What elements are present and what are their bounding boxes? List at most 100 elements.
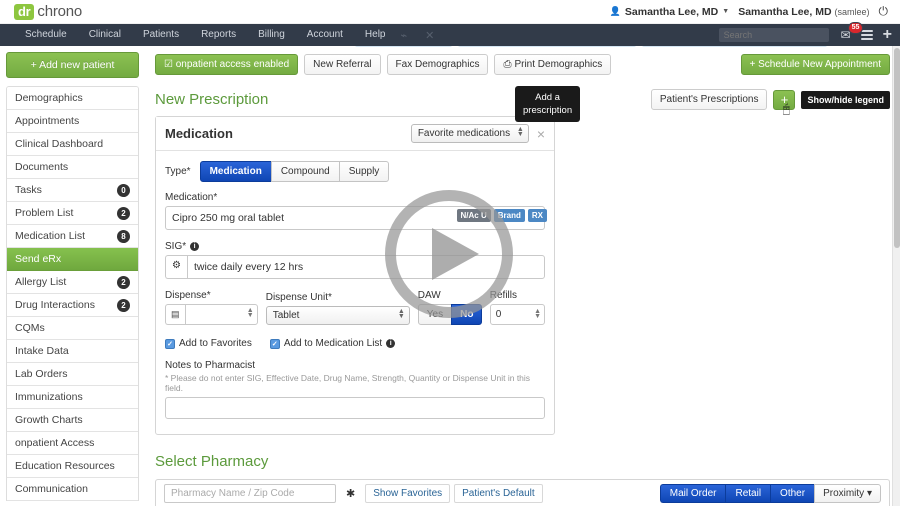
- sig-input[interactable]: [186, 255, 545, 279]
- patients-prescriptions-button[interactable]: Patient's Prescriptions: [650, 89, 768, 110]
- sidebar-item-documents[interactable]: Documents: [7, 156, 138, 179]
- add-prescription-button[interactable]: + 🖰: [773, 89, 796, 116]
- filter-other[interactable]: Other: [770, 484, 815, 503]
- drchrono-logo[interactable]: dr chrono: [14, 3, 82, 20]
- sidebar-item-demographics[interactable]: Demographics: [7, 87, 138, 110]
- sidebar-item-onpatient-access[interactable]: onpatient Access: [7, 432, 138, 455]
- badge-rx: RX: [527, 209, 547, 222]
- onpatient-label: onpatient access enabled: [175, 59, 290, 70]
- onpatient-access-status-button[interactable]: ☑ onpatient access enabled: [155, 54, 299, 75]
- info-icon[interactable]: i: [190, 242, 200, 251]
- sidebar-item-clinical-dashboard[interactable]: Clinical Dashboard: [7, 133, 138, 156]
- account-label[interactable]: Samantha Lee, MD (samlee): [738, 6, 869, 18]
- dispense-field-group: Dispense* ▤ ▲ ▼: [165, 290, 258, 325]
- sidebar-item-growth-charts[interactable]: Growth Charts: [7, 409, 138, 432]
- sidebar-item-problem-list[interactable]: Problem List 2: [7, 202, 138, 225]
- new-referral-button[interactable]: New Referral: [304, 54, 381, 75]
- add-to-medication-list-checkbox[interactable]: ✓ Add to Medication List i: [269, 338, 396, 349]
- nav-decorative-glyphs: ⌁ ✕: [400, 29, 435, 42]
- add-to-favorites-checkbox[interactable]: ✓ Add to Favorites: [165, 338, 252, 349]
- notes-to-pharmacist-textarea[interactable]: [165, 397, 545, 419]
- messages-button[interactable]: ✉ 55: [841, 22, 864, 42]
- add-new-patient-button[interactable]: + Add new patient: [6, 52, 139, 78]
- dispense-unit-field-group: Dispense Unit* Tablet ▲ ▼: [265, 292, 410, 325]
- plus-icon: +: [749, 59, 759, 70]
- nav-item-billing[interactable]: Billing: [247, 24, 296, 46]
- patients-default-button[interactable]: Patient's Default: [454, 484, 543, 503]
- sidebar-item-lab-orders[interactable]: Lab Orders: [7, 363, 138, 386]
- star-icon[interactable]: ✱: [336, 487, 365, 500]
- provider-name: Samantha Lee, MD: [624, 5, 719, 18]
- chevron-down-icon: ▼: [722, 8, 730, 15]
- dispense-input[interactable]: [184, 304, 258, 325]
- sidebar-item-allergy-list[interactable]: Allergy List 2: [7, 271, 138, 294]
- calculator-icon[interactable]: ▤: [165, 304, 185, 325]
- badge-n-ac-u: N/Ac U: [456, 209, 491, 222]
- user-icon: 👤: [609, 6, 621, 16]
- sidebar-item-label: Documents: [15, 161, 69, 173]
- close-icon[interactable]: ×: [537, 127, 545, 141]
- sig-input-wrapper: ⚙: [165, 255, 545, 279]
- type-option-supply[interactable]: Supply: [338, 161, 390, 182]
- scrollbar-thumb[interactable]: [894, 48, 900, 248]
- sidebar-item-send-erx[interactable]: Send eRx: [7, 248, 138, 271]
- filter-retail[interactable]: Retail: [725, 484, 771, 503]
- sidebar-item-label: Medication List: [15, 230, 86, 242]
- checkbox-icon: ✓: [269, 338, 280, 349]
- page-scrollbar[interactable]: [892, 46, 900, 506]
- nav-item-account[interactable]: Account: [296, 24, 354, 46]
- sidebar-item-appointments[interactable]: Appointments: [7, 110, 138, 133]
- print-demographics-button[interactable]: ⎙ Print Demographics: [494, 54, 612, 75]
- add-plus-icon[interactable]: +: [883, 27, 892, 43]
- nav-item-reports[interactable]: Reports: [190, 24, 247, 46]
- sidebar-item-tasks[interactable]: Tasks 0: [7, 179, 138, 202]
- info-icon[interactable]: i: [386, 339, 396, 348]
- schedule-new-appointment-button[interactable]: + Schedule New Appointment: [740, 54, 890, 75]
- nav-item-help[interactable]: Help: [354, 24, 397, 46]
- daw-field-group: DAW Yes No: [417, 290, 483, 325]
- add-new-patient-label: Add new patient: [39, 59, 115, 71]
- sidebar-item-drug-interactions[interactable]: Drug Interactions 2: [7, 294, 138, 317]
- nav-item-patients[interactable]: Patients: [132, 24, 190, 46]
- badge-brand: Brand: [493, 209, 525, 222]
- gear-icon[interactable]: ⚙: [165, 255, 187, 279]
- account-username: (samlee): [834, 6, 870, 17]
- logo-dr-mark: dr: [14, 3, 35, 20]
- sidebar-item-label: CQMs: [15, 322, 45, 334]
- sidebar-item-communication[interactable]: Communication: [7, 478, 138, 501]
- daw-option-yes[interactable]: Yes: [417, 304, 453, 325]
- brand-bar-right: 👤 Samantha Lee, MD ▼ Samantha Lee, MD (s…: [610, 4, 888, 19]
- sidebar-item-badge: 8: [117, 229, 130, 243]
- proximity-label: Proximity: [823, 488, 865, 499]
- sidebar-item-education-resources[interactable]: Education Resources: [7, 455, 138, 478]
- medication-badges: N/Ac U Brand RX: [456, 209, 547, 222]
- daw-option-no[interactable]: No: [451, 304, 483, 325]
- sig-field-group: SIG* i ⚙: [165, 241, 545, 279]
- sidebar-item-cqms[interactable]: CQMs: [7, 317, 138, 340]
- sidebar-item-medication-list[interactable]: Medication List 8: [7, 225, 138, 248]
- type-option-compound[interactable]: Compound: [270, 161, 340, 182]
- logout-power-icon[interactable]: ⏻: [879, 4, 889, 19]
- type-option-medication[interactable]: Medication: [199, 161, 272, 182]
- sidebar-item-label: Demographics: [15, 92, 83, 104]
- checkbox-icon: ✓: [165, 338, 175, 349]
- favorite-medications-select[interactable]: Favorite medications: [410, 124, 529, 143]
- sidebar-item-label: onpatient Access: [15, 437, 95, 449]
- fax-demographics-button[interactable]: Fax Demographics: [386, 54, 489, 75]
- sidebar-item-label: Education Resources: [15, 460, 115, 472]
- nav-item-schedule[interactable]: Schedule: [14, 24, 78, 46]
- nav-item-clinical[interactable]: Clinical: [78, 24, 132, 46]
- refills-input[interactable]: [489, 304, 546, 325]
- sidebar-item-immunizations[interactable]: Immunizations: [7, 386, 138, 409]
- logo-chrono-text: chrono: [37, 3, 83, 20]
- filter-mail-order[interactable]: Mail Order: [659, 484, 726, 503]
- proximity-dropdown[interactable]: Proximity ▾: [814, 484, 881, 503]
- provider-selector[interactable]: 👤 Samantha Lee, MD ▼: [610, 6, 730, 18]
- show-hide-legend-button[interactable]: Show/hide legend: [801, 90, 890, 109]
- dispense-unit-select[interactable]: Tablet: [265, 306, 410, 325]
- pharmacy-search-input[interactable]: [164, 484, 336, 503]
- search-input[interactable]: [718, 28, 829, 42]
- sidebar-item-label: Send eRx: [15, 253, 62, 265]
- sidebar-item-intake-data[interactable]: Intake Data: [7, 340, 138, 363]
- show-favorites-button[interactable]: Show Favorites: [365, 484, 451, 503]
